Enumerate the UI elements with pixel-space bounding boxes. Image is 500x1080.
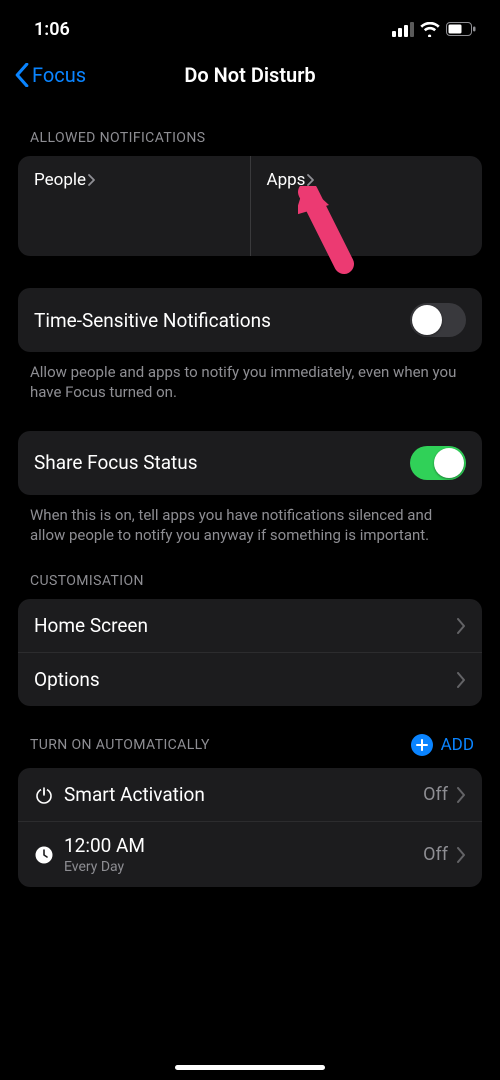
allowed-card: People Apps — [18, 156, 482, 256]
time-sensitive-card: Time-Sensitive Notifications — [18, 288, 482, 352]
schedule-time: 12:00 AM — [64, 834, 423, 857]
share-status-toggle[interactable] — [410, 446, 466, 480]
smart-activation-value: Off — [423, 784, 448, 805]
schedule-repeat: Every Day — [64, 859, 423, 875]
options-row[interactable]: Options — [18, 652, 482, 706]
time-sensitive-footer: Allow people and apps to notify you imme… — [18, 352, 482, 403]
status-time: 1:06 — [34, 19, 70, 40]
auto-header-row: Turn On Automatically ADD — [18, 706, 482, 768]
chevron-right-icon — [456, 787, 466, 803]
chevron-right-icon — [456, 618, 466, 634]
share-status-label: Share Focus Status — [34, 451, 410, 474]
allowed-apps[interactable]: Apps — [250, 156, 483, 256]
smart-activation-label: Smart Activation — [64, 783, 423, 806]
schedule-value: Off — [423, 844, 448, 865]
smart-activation-row[interactable]: Smart Activation Off — [18, 768, 482, 821]
home-screen-label: Home Screen — [34, 614, 448, 637]
people-label: People — [34, 170, 86, 190]
share-status-footer: When this is on, tell apps you have noti… — [18, 495, 482, 546]
time-sensitive-row[interactable]: Time-Sensitive Notifications — [18, 288, 482, 352]
allowed-people[interactable]: People — [18, 156, 250, 256]
plus-circle-icon — [411, 734, 433, 756]
custom-header: Customisation — [18, 545, 482, 599]
chevron-left-icon — [14, 63, 30, 87]
schedule-row[interactable]: 12:00 AM Every Day Off — [18, 821, 482, 887]
back-button[interactable]: Focus — [14, 63, 86, 87]
chevron-right-icon — [456, 672, 466, 688]
chevron-right-icon — [456, 847, 466, 863]
share-status-row[interactable]: Share Focus Status — [18, 431, 482, 495]
options-label: Options — [34, 668, 448, 691]
chevron-right-icon — [307, 174, 315, 186]
power-icon — [34, 785, 64, 805]
auto-header: Turn On Automatically — [30, 737, 210, 753]
battery-icon — [446, 22, 476, 36]
allowed-header: Allowed Notifications — [18, 102, 482, 156]
home-screen-row[interactable]: Home Screen — [18, 599, 482, 652]
share-status-card: Share Focus Status — [18, 431, 482, 495]
back-label: Focus — [32, 63, 86, 87]
cellular-icon — [392, 22, 414, 37]
time-sensitive-toggle[interactable] — [410, 303, 466, 337]
add-button[interactable]: ADD — [411, 734, 474, 756]
page-title: Do Not Disturb — [184, 63, 315, 87]
auto-card: Smart Activation Off 12:00 AM Every Day … — [18, 768, 482, 887]
wifi-icon — [420, 22, 440, 37]
nav-bar: Focus Do Not Disturb — [0, 48, 500, 102]
home-indicator[interactable] — [175, 1065, 325, 1070]
time-sensitive-label: Time-Sensitive Notifications — [34, 309, 410, 332]
clock-icon — [34, 845, 64, 865]
status-bar: 1:06 — [0, 0, 500, 48]
add-label: ADD — [441, 735, 474, 755]
status-icons — [392, 22, 476, 37]
chevron-right-icon — [88, 174, 96, 186]
apps-label: Apps — [267, 170, 306, 190]
custom-card: Home Screen Options — [18, 599, 482, 706]
